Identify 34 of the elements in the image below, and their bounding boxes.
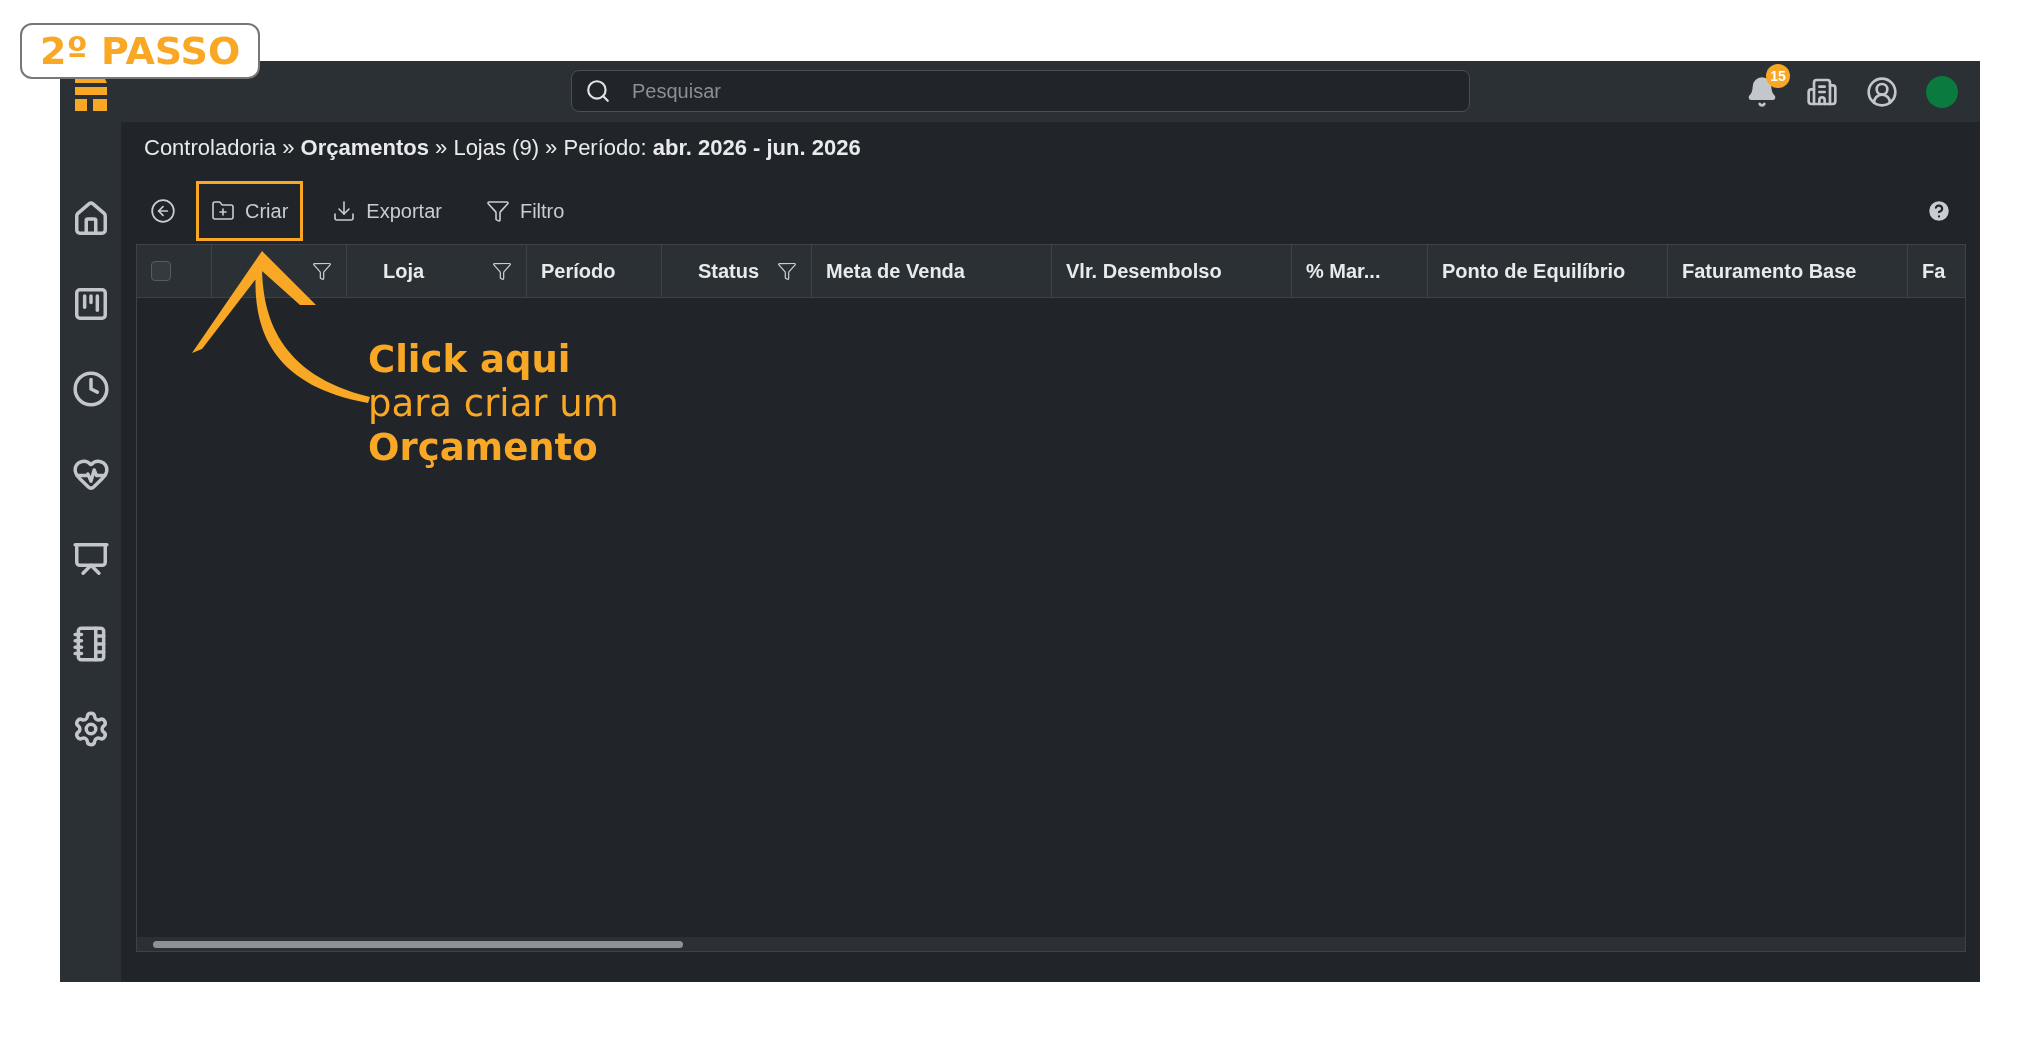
step-badge: 2º PASSO <box>20 23 261 79</box>
column-header[interactable]: Fa <box>1922 259 1946 283</box>
filter-icon[interactable] <box>492 261 512 281</box>
column-header[interactable]: Status <box>698 259 760 283</box>
search-icon <box>585 78 611 104</box>
column-header[interactable]: Loja <box>383 259 425 283</box>
column-header[interactable]: % Mar... <box>1306 259 1381 283</box>
select-all-checkbox[interactable] <box>151 261 171 281</box>
instruction-text: Click aqui para criar um Orçamento <box>368 338 619 470</box>
column-header[interactable]: Vlr. Desembolso <box>1066 259 1222 283</box>
help-button[interactable] <box>1926 198 1952 224</box>
column-header[interactable]: Período <box>541 259 616 283</box>
filter-icon[interactable] <box>312 261 332 281</box>
breadcrumb: Controladoria » Orçamentos » Lojas (9) » Período: abr. 2026 - jun. 2026 <box>144 135 862 161</box>
search-field[interactable]: Pesquisar <box>571 70 1470 112</box>
export-button[interactable]: Exportar <box>317 181 457 241</box>
user-icon <box>1866 75 1898 108</box>
filter-icon[interactable] <box>777 261 797 281</box>
notification-count: 15 <box>1766 63 1790 88</box>
create-button[interactable]: Criar <box>196 181 304 241</box>
easel-icon <box>71 540 110 578</box>
account-button[interactable] <box>1866 75 1898 108</box>
help-icon <box>1926 198 1952 224</box>
folder-plus-icon <box>211 199 235 223</box>
column-header[interactable]: Ponto de Equilíbrio <box>1442 259 1626 283</box>
clock-icon <box>71 370 110 408</box>
horizontal-scrollbar[interactable] <box>137 937 1965 951</box>
filter-button[interactable]: Filtro <box>470 181 580 241</box>
avatar[interactable] <box>1926 75 1958 108</box>
download-icon <box>332 199 357 223</box>
filter-icon <box>485 199 510 223</box>
column-header[interactable]: Faturamento Base <box>1682 259 1857 283</box>
back-button[interactable] <box>150 198 176 224</box>
column-header[interactable]: Meta de Venda <box>826 259 965 283</box>
